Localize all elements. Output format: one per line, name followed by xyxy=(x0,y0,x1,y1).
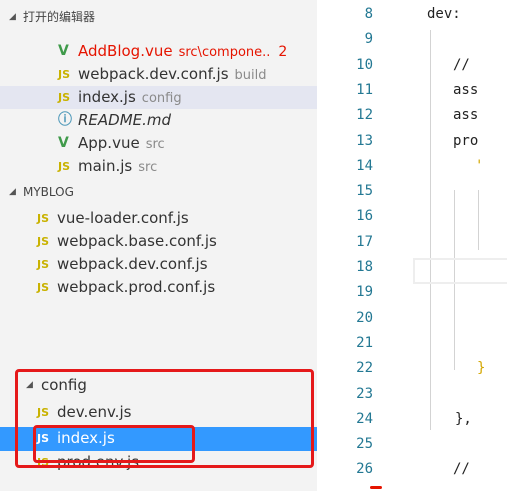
line-number: 20 xyxy=(356,309,373,326)
file-name: App.vue xyxy=(78,134,140,152)
file-name: AddBlog.vue xyxy=(78,42,173,60)
line-number: 26 xyxy=(356,461,373,478)
code-line: // xyxy=(453,461,470,478)
code-line: // xyxy=(453,56,470,73)
line-number: 11 xyxy=(356,81,373,98)
js-icon: JS xyxy=(58,68,71,81)
code-line: ass xyxy=(453,107,479,124)
code-line: } xyxy=(477,360,486,377)
line-number: 10 xyxy=(356,56,373,73)
index-js-annotation xyxy=(33,425,195,463)
line-number: 18 xyxy=(356,259,373,275)
open-editor-item[interactable]: JS main.js src xyxy=(0,155,317,178)
line-number: 22 xyxy=(356,360,373,377)
vue-icon: V xyxy=(58,135,69,151)
line-number: 23 xyxy=(356,385,373,402)
line-number: 24 xyxy=(356,410,373,427)
file-path: src\compone.. xyxy=(178,45,271,60)
file-name: webpack.dev.conf.js xyxy=(57,255,208,273)
file-name: README.md xyxy=(78,111,172,129)
file-name: index.js xyxy=(78,88,136,106)
js-icon: JS xyxy=(37,258,50,271)
problem-count-badge: 2 xyxy=(278,44,288,60)
line-number: 19 xyxy=(356,284,373,301)
file-tree-item[interactable]: JS webpack.dev.conf.js xyxy=(0,253,317,276)
line-number: 14 xyxy=(356,157,373,174)
line-number: 21 xyxy=(356,334,373,351)
file-tree-item[interactable]: JS vue-loader.conf.js xyxy=(0,207,317,230)
open-editor-item[interactable]: JS webpack.dev.conf.js build xyxy=(0,63,317,86)
open-editor-item-active[interactable]: JS index.js config xyxy=(0,86,317,109)
code-editor[interactable]: 8 dev: 9 10 // 11 ass 12 ass 13 pro 14 ' 15 16 17 18 19 20… xyxy=(317,0,507,491)
explorer-sidebar: ◢ 打开的编辑器 V AddBlog.vue src\compone.. 2 JS … xyxy=(0,0,317,491)
project-header[interactable]: ◢ MYBLOG xyxy=(0,178,317,206)
file-name: main.js xyxy=(78,157,133,175)
vue-icon: V xyxy=(58,43,69,59)
line-number: 8 xyxy=(364,6,373,22)
line-number: 25 xyxy=(356,436,373,453)
file-path: src xyxy=(145,137,165,152)
js-icon: JS xyxy=(58,160,71,173)
line-number: 16 xyxy=(356,208,373,225)
js-icon: JS xyxy=(37,212,50,225)
js-icon: JS xyxy=(37,235,50,248)
code-line: pro xyxy=(453,132,479,149)
chevron-down-icon: ◢ xyxy=(9,12,16,22)
line-number: 13 xyxy=(356,132,373,149)
code-line: ass xyxy=(453,81,479,98)
file-name: webpack.prod.conf.js xyxy=(57,278,216,296)
line-number: 17 xyxy=(356,233,373,250)
code-line: }, xyxy=(455,410,472,427)
line-number: 9 xyxy=(364,31,373,48)
info-icon: ⓘ xyxy=(58,112,72,128)
file-name: webpack.base.conf.js xyxy=(57,232,217,250)
js-icon: JS xyxy=(37,281,50,294)
file-name: vue-loader.conf.js xyxy=(57,209,189,227)
open-editor-item[interactable]: V App.vue src xyxy=(0,132,317,155)
open-editors-header[interactable]: ◢ 打开的编辑器 xyxy=(0,3,317,31)
line-number: 12 xyxy=(356,107,373,124)
file-path: src xyxy=(138,160,158,175)
file-name: webpack.dev.conf.js xyxy=(78,65,229,83)
file-path: config xyxy=(141,91,182,106)
chevron-down-icon: ◢ xyxy=(9,187,16,197)
open-editor-item[interactable]: ⓘ README.md xyxy=(0,109,317,132)
code-line: dev: xyxy=(427,6,461,22)
error-squiggle xyxy=(370,486,382,489)
line-number: 15 xyxy=(356,183,373,200)
open-editor-item[interactable]: V AddBlog.vue src\compone.. 2 xyxy=(0,40,317,63)
file-tree-item[interactable]: JS webpack.base.conf.js xyxy=(0,230,317,253)
file-path: build xyxy=(234,68,267,83)
file-tree-item[interactable]: JS webpack.prod.conf.js xyxy=(0,276,317,299)
code-line: ' xyxy=(475,157,484,174)
js-icon: JS xyxy=(58,91,71,104)
